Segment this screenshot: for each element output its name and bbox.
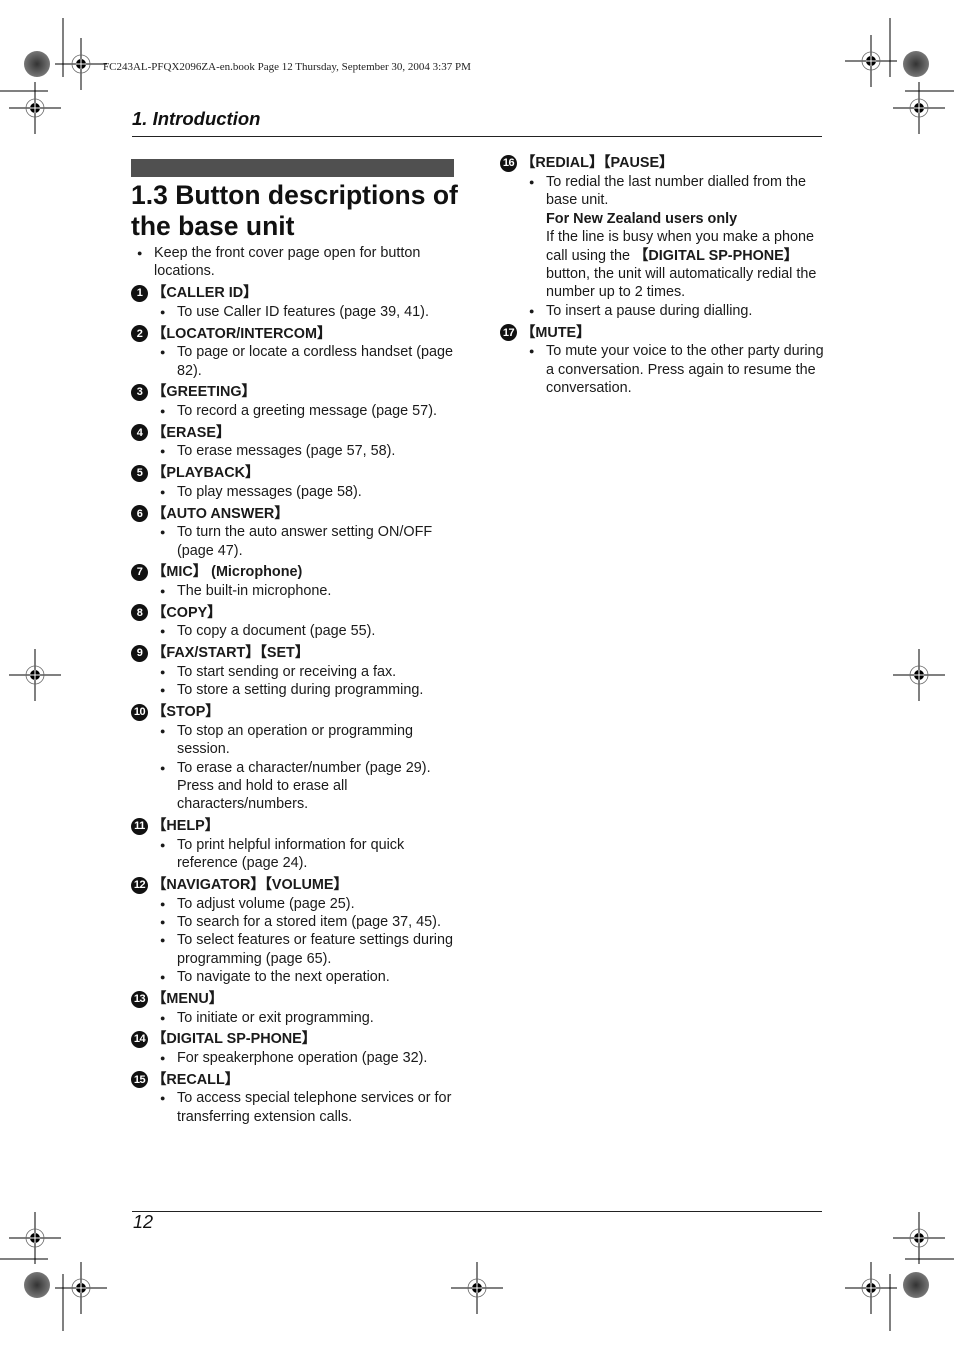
button-item: 6【AUTO ANSWER】To turn the auto answer se… bbox=[131, 504, 461, 560]
bullet: To search for a stored item (page 37, 45… bbox=[154, 913, 461, 932]
button-item: 12【NAVIGATOR】【VOLUME】 To adjust volume (p… bbox=[131, 876, 461, 987]
number-badge-icon: 1 bbox=[131, 284, 148, 302]
number-badge-icon: 16 bbox=[500, 155, 517, 172]
page-number: 12 bbox=[133, 1212, 154, 1232]
nz-text-end: button, the unit will automatically redi… bbox=[546, 266, 817, 301]
bullet: To insert a pause during dialling. bbox=[523, 302, 830, 321]
bullet: To navigate to the next operation. bbox=[154, 968, 461, 987]
nz-button-label: 【DIGITAL SP-PHONE】 bbox=[634, 247, 799, 264]
bullet: To print helpful information for quick r… bbox=[154, 836, 461, 873]
button-label: 【MIC】 (Microphone) bbox=[152, 564, 303, 581]
bullet: To redial the last number dialled from t… bbox=[523, 173, 830, 210]
button-label: 【COPY】 bbox=[152, 604, 222, 621]
button-item: 9【FAX/START】【SET】To start sending or rec… bbox=[131, 644, 461, 700]
header-rule bbox=[132, 136, 822, 137]
left-column: Keep the front cover page open for butto… bbox=[131, 244, 461, 1126]
button-label: 【STOP】 bbox=[152, 703, 220, 720]
number-badge-icon: 4 bbox=[131, 424, 148, 442]
button-item: 2【LOCATOR/INTERCOM】To page or locate a c… bbox=[131, 324, 461, 380]
button-label: 【MENU】 bbox=[152, 990, 224, 1007]
number-badge-icon: 11 bbox=[131, 817, 148, 835]
number-badge-icon: 13 bbox=[131, 990, 148, 1008]
nz-heading: For New Zealand users only bbox=[546, 210, 738, 227]
number-badge-icon: 9 bbox=[131, 644, 148, 662]
bullet: To play messages (page 58). bbox=[154, 483, 461, 502]
print-header: FC243AL-PFQX2096ZA-en.book Page 12 Thurs… bbox=[103, 61, 471, 73]
bullet-text: To insert a pause during dialling. bbox=[546, 302, 753, 319]
button-item: 11【HELP】To print helpful information for… bbox=[131, 817, 461, 873]
button-item: 1【CALLER ID】To use Caller ID features (p… bbox=[131, 284, 461, 322]
button-item: 16【REDIAL】【PAUSE】 To redial the last num… bbox=[500, 154, 830, 321]
nz-text: If the line is busy when you make a phon… bbox=[546, 228, 830, 302]
button-item: 5【PLAYBACK】To play messages (page 58). bbox=[131, 464, 461, 502]
button-item: 14【DIGITAL SP-PHONE】For speakerphone ope… bbox=[131, 1030, 461, 1068]
number-badge-icon: 2 bbox=[131, 325, 148, 343]
button-label: 【MUTE】 bbox=[521, 324, 591, 341]
button-label: 【NAVIGATOR】【VOLUME】 bbox=[152, 876, 348, 893]
number-badge-icon: 3 bbox=[131, 384, 148, 402]
number-badge-icon: 8 bbox=[131, 604, 148, 622]
number-badge-icon: 15 bbox=[131, 1071, 148, 1089]
bullet-text: To mute your voice to the other party du… bbox=[546, 343, 824, 397]
button-item: 13【MENU】 To initiate or exit programming. bbox=[131, 990, 461, 1027]
number-badge-icon: 14 bbox=[131, 1030, 148, 1048]
bullet: To erase a character/number (page 29). P… bbox=[154, 759, 461, 814]
button-label: 【RECALL】 bbox=[152, 1071, 240, 1088]
button-label: 【AUTO ANSWER】 bbox=[152, 505, 289, 522]
button-item: 3【GREETING】To record a greeting message … bbox=[131, 383, 461, 421]
bullet: To erase messages (page 57, 58). bbox=[154, 442, 461, 461]
button-item: 8【COPY】To copy a document (page 55). bbox=[131, 603, 461, 641]
button-label: 【GREETING】 bbox=[152, 384, 256, 401]
bullet: To turn the auto answer setting ON/OFF (… bbox=[154, 523, 461, 560]
number-badge-icon: 6 bbox=[131, 505, 148, 523]
button-item: 4【ERASE】To erase messages (page 57, 58). bbox=[131, 423, 461, 461]
button-label: 【HELP】 bbox=[152, 818, 220, 835]
button-label: 【LOCATOR/INTERCOM】 bbox=[152, 325, 332, 342]
button-item: 15【RECALL】To access special telephone se… bbox=[131, 1070, 461, 1126]
number-badge-icon: 5 bbox=[131, 464, 148, 482]
bullet: To initiate or exit programming. bbox=[154, 1009, 461, 1028]
bullet-text: To redial the last number dialled from t… bbox=[546, 174, 806, 209]
bullet: To copy a document (page 55). bbox=[154, 622, 461, 641]
button-label: 【PLAYBACK】 bbox=[152, 465, 260, 482]
section-heading: 1. Introduction bbox=[132, 108, 261, 129]
bullet: To access special telephone services or … bbox=[154, 1089, 461, 1126]
right-column: 16【REDIAL】【PAUSE】 To redial the last num… bbox=[500, 154, 830, 397]
bullet: The built-in microphone. bbox=[154, 582, 461, 601]
bullet: To use Caller ID features (page 39, 41). bbox=[154, 303, 461, 322]
intro-bullet: Keep the front cover page open for butto… bbox=[131, 244, 461, 281]
button-label: 【DIGITAL SP-PHONE】 bbox=[152, 1031, 317, 1048]
page-title: 1.3 Button descriptions of the base unit bbox=[131, 180, 458, 241]
button-label: 【REDIAL】【PAUSE】 bbox=[521, 155, 674, 172]
bullet: To page or locate a cordless handset (pa… bbox=[154, 343, 461, 380]
button-item: 7【MIC】 (Microphone)The built-in micropho… bbox=[131, 563, 461, 601]
bullet: To start sending or receiving a fax. bbox=[154, 663, 461, 682]
button-label: 【ERASE】 bbox=[152, 424, 231, 441]
number-badge-icon: 12 bbox=[131, 876, 148, 894]
nz-note: For New Zealand users only If the line i… bbox=[546, 210, 830, 302]
bullet: To store a setting during programming. bbox=[154, 681, 461, 700]
number-badge-icon: 7 bbox=[131, 564, 148, 582]
button-item: 10【STOP】 To stop an operation or programm… bbox=[131, 703, 461, 814]
button-label: 【CALLER ID】 bbox=[152, 285, 258, 302]
title-bar bbox=[131, 159, 454, 177]
bullet: To stop an operation or programming sess… bbox=[154, 722, 461, 759]
bullet: To mute your voice to the other party du… bbox=[523, 342, 830, 397]
footer-rule bbox=[132, 1211, 822, 1212]
button-item: 17【MUTE】 To mute your voice to the other… bbox=[500, 323, 830, 397]
number-badge-icon: 10 bbox=[131, 703, 148, 721]
number-badge-icon: 17 bbox=[500, 324, 517, 342]
bullet: To adjust volume (page 25). bbox=[154, 895, 461, 914]
bullet: To record a greeting message (page 57). bbox=[154, 402, 461, 421]
bullet: For speakerphone operation (page 32). bbox=[154, 1049, 461, 1068]
bullet: To select features or feature settings d… bbox=[154, 931, 461, 968]
button-label: 【FAX/START】【SET】 bbox=[152, 645, 310, 662]
